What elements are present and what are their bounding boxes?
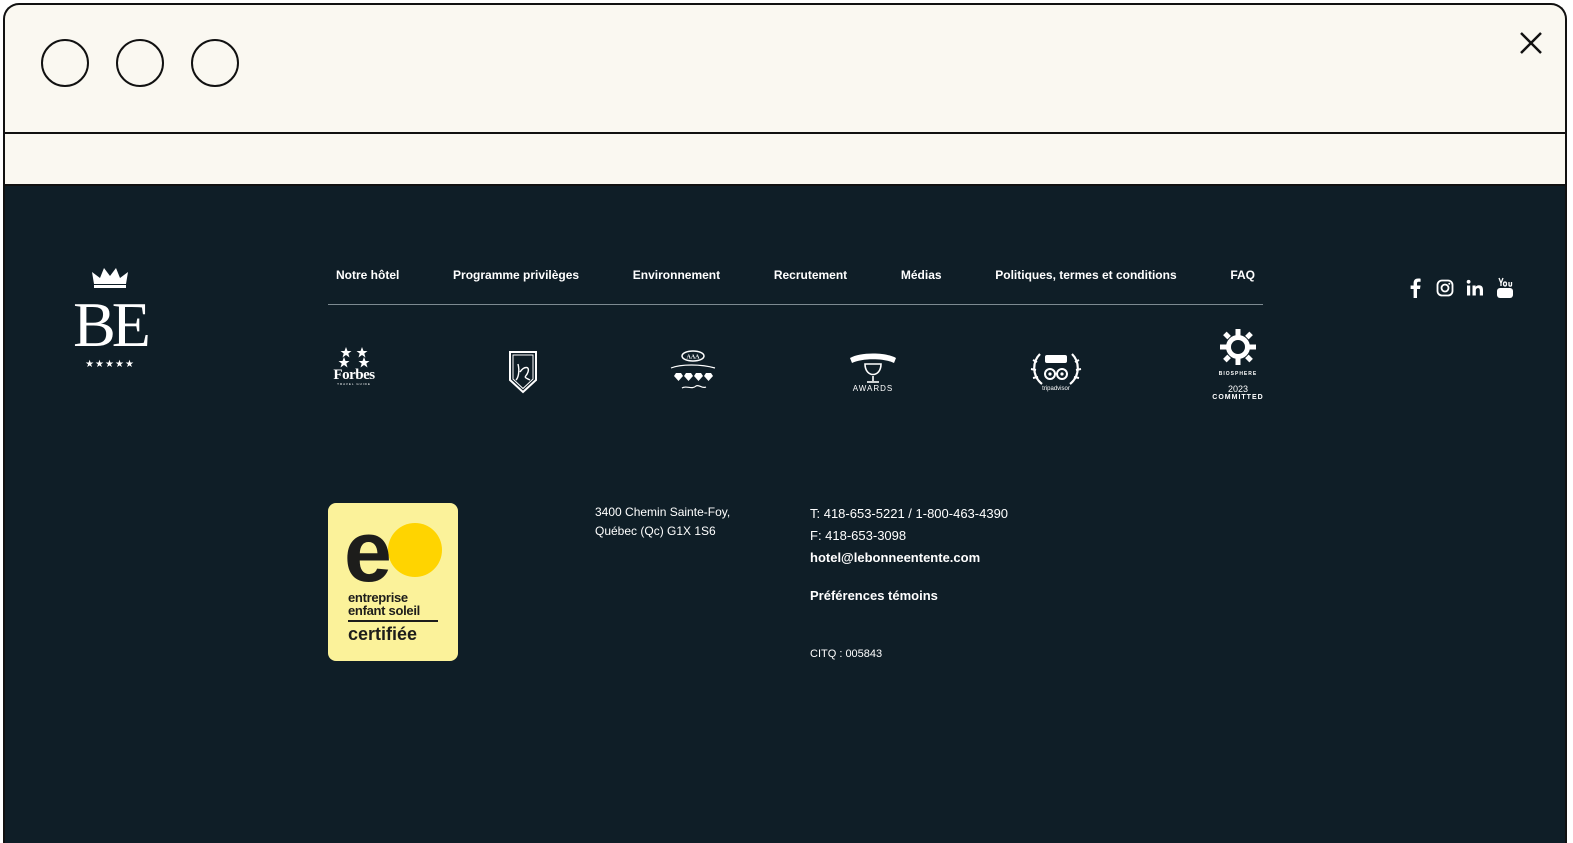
sun-icon xyxy=(1220,329,1256,365)
linkedin-icon[interactable] xyxy=(1465,278,1485,298)
nav-link-medias[interactable]: Médias xyxy=(901,268,942,282)
sun-glow xyxy=(388,523,442,577)
awards-row: Forbes TRAVEL GUIDE AAA AWARDS tripadvis… xyxy=(328,329,1263,416)
instagram-icon[interactable] xyxy=(1435,278,1455,298)
nav-link-environnement[interactable]: Environnement xyxy=(633,268,720,282)
close-icon[interactable] xyxy=(1517,29,1545,57)
address-line: Québec (Qc) G1X 1S6 xyxy=(595,524,716,538)
browser-titlebar xyxy=(5,5,1565,134)
awards-badge: AWARDS xyxy=(848,348,898,393)
email-link[interactable]: hotel@lebonneentente.com xyxy=(810,547,1008,569)
window-control-circle[interactable] xyxy=(191,39,239,87)
address-line: 3400 Chemin Sainte-Foy, xyxy=(595,505,731,519)
badge-line-certifiee: certifiée xyxy=(348,624,418,644)
enfant-soleil-badge[interactable]: e entreprise enfant soleil certifiée xyxy=(328,503,458,661)
forbes-sublabel: TRAVEL GUIDE xyxy=(337,382,371,386)
fax-number: F: 418-653-3098 xyxy=(810,528,907,543)
biosphere-label: BIOSPHERE xyxy=(1218,371,1258,377)
forbes-award: Forbes TRAVEL GUIDE xyxy=(328,346,380,386)
cookie-preferences-link[interactable]: Préférences témoins xyxy=(810,588,938,603)
aaa-four-diamond-award: AAA xyxy=(666,348,720,394)
nav-divider xyxy=(328,304,1263,305)
badge-letter: e xyxy=(344,504,392,600)
badge-divider xyxy=(348,620,438,622)
social-links xyxy=(1405,277,1515,298)
shield-icon xyxy=(509,351,537,394)
contact-info: T: 418-653-5221 / 1-800-463-4390 F: 418-… xyxy=(810,503,1008,569)
biosphere-award: BIOSPHERE 2023 COMMITTED xyxy=(1208,326,1268,402)
window-control-circle[interactable] xyxy=(41,39,89,87)
forbes-label: Forbes xyxy=(333,367,375,383)
awards-label: AWARDS xyxy=(852,384,894,393)
logo-letters: BE xyxy=(73,289,151,360)
shield-award xyxy=(508,350,538,394)
browser-address-bar[interactable] xyxy=(5,134,1565,186)
citq-number: CITQ : 005843 xyxy=(810,648,883,660)
crown-icon xyxy=(92,268,128,288)
svg-text:AAA: AAA xyxy=(687,355,701,361)
facebook-icon[interactable] xyxy=(1405,278,1425,298)
tripadvisor-label: tripadvisor xyxy=(1042,386,1070,392)
nav-link-recrutement[interactable]: Recrutement xyxy=(774,268,847,282)
biosphere-committed: COMMITTED xyxy=(1212,394,1264,401)
nav-link-faq[interactable]: FAQ xyxy=(1230,268,1255,282)
badge-line-enfant-soleil: enfant soleil xyxy=(348,603,420,618)
window-control-circle[interactable] xyxy=(116,39,164,87)
star-icon xyxy=(338,347,370,368)
tripadvisor-award: tripadvisor xyxy=(1030,350,1082,392)
biosphere-year: 2023 xyxy=(1227,384,1249,394)
nav-link-programme-privileges[interactable]: Programme privilèges xyxy=(453,268,579,282)
footer-nav: Notre hôtel Programme privilèges Environ… xyxy=(328,268,1263,282)
diamond-icon: AAA xyxy=(670,350,716,389)
nav-link-notre-hotel[interactable]: Notre hôtel xyxy=(336,268,399,282)
browser-window: BE ★★★★★ Notre hôtel Programme privilège… xyxy=(3,3,1567,843)
nav-link-politiques[interactable]: Politiques, termes et conditions xyxy=(995,268,1176,282)
hotel-address: 3400 Chemin Sainte-Foy, Québec (Qc) G1X … xyxy=(595,503,730,541)
site-footer: BE ★★★★★ Notre hôtel Programme privilège… xyxy=(5,186,1565,843)
phone-link[interactable]: T: 418-653-5221 / 1-800-463-4390 xyxy=(810,503,1008,525)
logo-stars: ★★★★★ xyxy=(85,359,135,370)
laurel-icon xyxy=(1030,353,1082,385)
youtube-icon[interactable] xyxy=(1495,277,1515,298)
hotel-logo[interactable]: BE ★★★★★ xyxy=(65,266,155,370)
